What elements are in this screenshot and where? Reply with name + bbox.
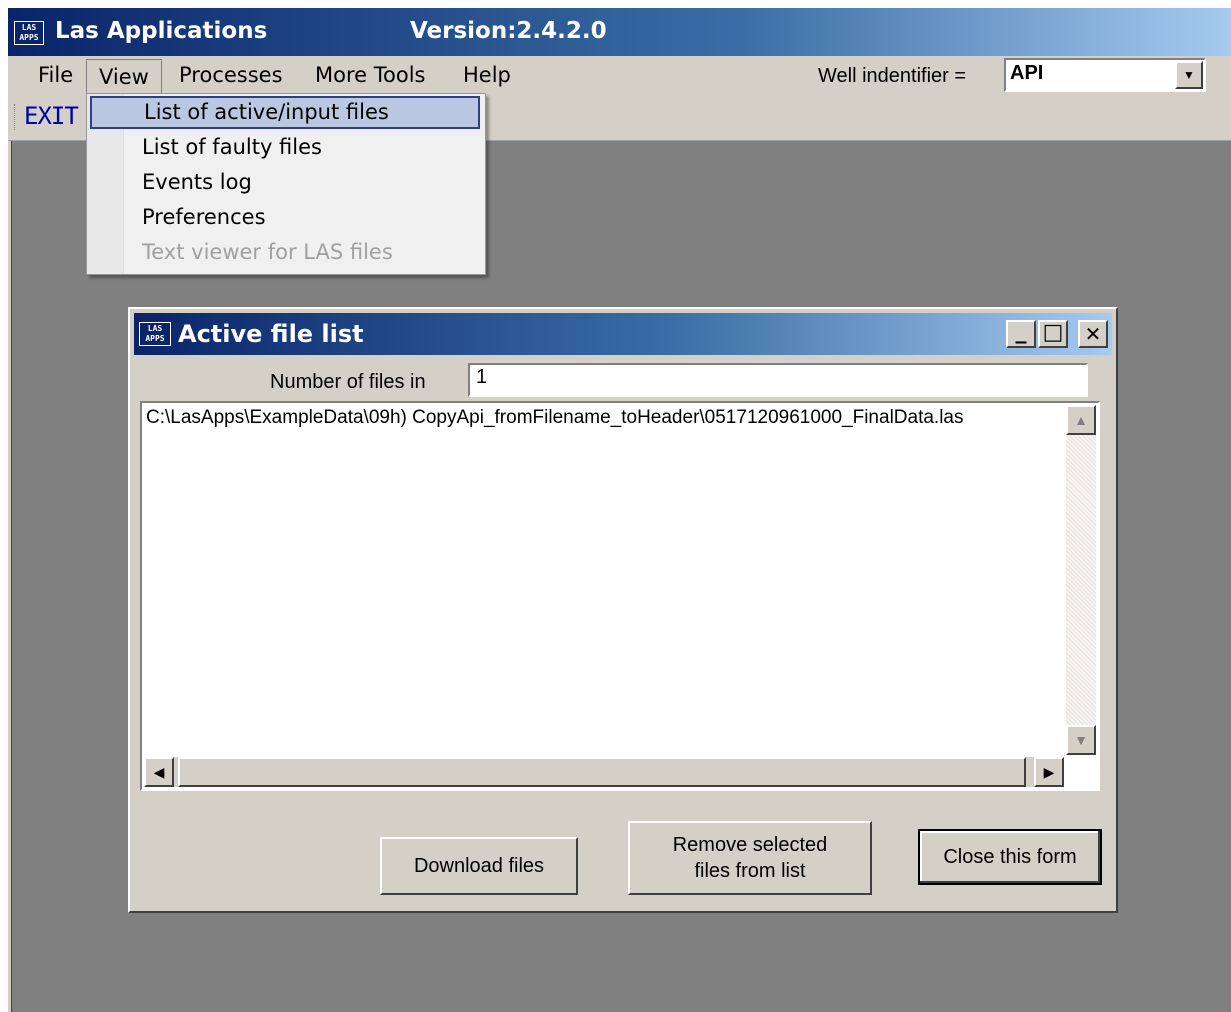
dropdown-arrow-icon[interactable]: ▼	[1175, 61, 1203, 89]
horizontal-scrollbar[interactable]: ◀ ▶	[144, 757, 1064, 787]
menu-help[interactable]: Help	[451, 61, 523, 89]
number-of-files-field[interactable]: 1	[468, 363, 1088, 397]
vertical-scrollbar[interactable]: ▲ ▼	[1066, 405, 1096, 755]
app-version: Version:2.4.2.0	[410, 18, 607, 44]
file-listbox[interactable]: C:\LasApps\ExampleData\09h) CopyApi_from…	[140, 401, 1100, 791]
number-of-files-label: Number of files in	[270, 371, 426, 393]
menu-item-faulty-files[interactable]: List of faulty files	[90, 131, 480, 164]
app-logo-icon: LAS APPS	[14, 21, 44, 45]
scroll-up-icon[interactable]: ▲	[1066, 405, 1096, 435]
remove-selected-files-button[interactable]: Remove selected files from list	[628, 821, 872, 895]
horizontal-scroll-thumb[interactable]	[178, 757, 1026, 787]
app-title: Las Applications	[55, 18, 268, 44]
menu-item-active-files[interactable]: List of active/input files	[90, 96, 480, 129]
maximize-button[interactable]: □	[1038, 320, 1068, 348]
menu-more-tools[interactable]: More Tools	[303, 61, 437, 89]
close-icon[interactable]: ✕	[1078, 320, 1108, 348]
close-form-button[interactable]: Close this form	[918, 829, 1102, 885]
menubar: File View Processes More Tools Help Well…	[8, 56, 1231, 96]
minimize-button[interactable]: _	[1006, 320, 1036, 348]
list-item[interactable]: C:\LasApps\ExampleData\09h) CopyApi_from…	[146, 407, 964, 429]
workspace-left-edge	[8, 140, 12, 1012]
scroll-down-icon[interactable]: ▼	[1066, 725, 1096, 755]
child-window-title: Active file list	[178, 320, 364, 348]
menu-item-events-log[interactable]: Events log	[90, 166, 480, 199]
well-identifier-label: Well indentifier =	[818, 65, 967, 87]
menu-file[interactable]: File	[26, 61, 85, 89]
remove-button-line2: files from list	[694, 860, 806, 882]
child-titlebar[interactable]: LAS APPS Active file list _ □ ✕	[134, 313, 1112, 355]
child-app-icon: LAS APPS	[139, 322, 171, 346]
scroll-left-icon[interactable]: ◀	[144, 757, 174, 787]
well-identifier-value: API	[1010, 62, 1044, 84]
app-titlebar[interactable]: LAS APPS Las Applications Version:2.4.2.0	[8, 8, 1231, 56]
menu-view[interactable]: View	[86, 59, 162, 93]
menu-processes[interactable]: Processes	[167, 61, 295, 89]
menu-item-text-viewer: Text viewer for LAS files	[142, 240, 393, 264]
remove-button-line1: Remove selected	[672, 834, 828, 856]
scroll-right-icon[interactable]: ▶	[1034, 757, 1064, 787]
download-files-button[interactable]: Download files	[380, 837, 578, 895]
toolbar-grip-handle[interactable]	[14, 104, 18, 130]
active-file-list-window: LAS APPS Active file list _ □ ✕ Number of…	[128, 307, 1118, 913]
menu-item-preferences[interactable]: Preferences	[90, 201, 480, 234]
view-menu-dropdown: List of active/input files List of fault…	[86, 93, 486, 275]
well-identifier-select[interactable]: API ▼	[1004, 58, 1206, 92]
